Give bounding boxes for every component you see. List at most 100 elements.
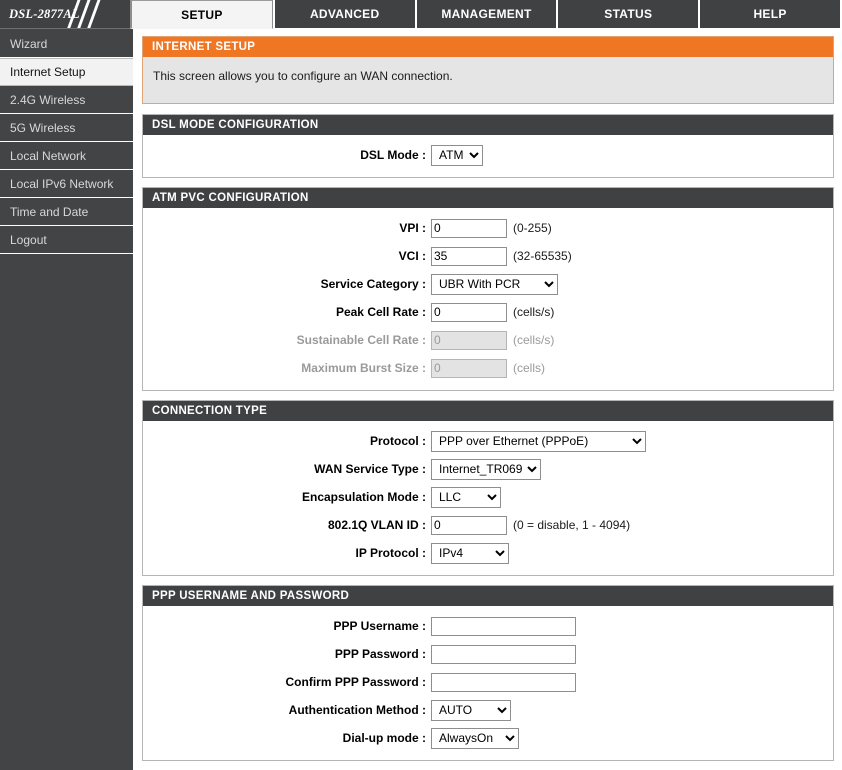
- sidebar-item-5g-wireless[interactable]: 5G Wireless: [0, 114, 133, 142]
- peak-cell-rate-input[interactable]: [431, 302, 507, 322]
- dsl-mode-configuration-panel: DSL MODE CONFIGURATION DSL Mode : ATMPTM: [142, 114, 834, 178]
- peak-cell-rate-row: Peak Cell Rate : (cells/s): [143, 301, 833, 323]
- maximum-burst-size-label: Maximum Burst Size :: [301, 361, 426, 375]
- ip-protocol-field: IPv4IPv6IPv4/IPv6: [431, 542, 509, 564]
- vpi-field: (0-255): [431, 218, 552, 238]
- sustainable-cell-rate-field: (cells/s): [431, 330, 555, 350]
- vlan-id-field: (0 = disable, 1 - 4094): [431, 515, 631, 535]
- connection-type-section-title: CONNECTION TYPE: [143, 401, 833, 421]
- vpi-hint: (0-255): [513, 221, 552, 235]
- ppp-section-title: PPP USERNAME AND PASSWORD: [143, 586, 833, 606]
- dsl-mode-row: DSL Mode : ATMPTM: [143, 144, 833, 166]
- vlan-id-hint: (0 = disable, 1 - 4094): [513, 518, 631, 532]
- sidebar-navigation: Wizard Internet Setup 2.4G Wireless 5G W…: [0, 29, 134, 770]
- confirm-ppp-password-field: [431, 672, 576, 692]
- peak-cell-rate-field: (cells/s): [431, 302, 555, 322]
- authentication-method-row: Authentication Method : AUTOPAPCHAPMSCHA…: [143, 699, 833, 721]
- wan-service-type-label: WAN Service Type :: [314, 462, 426, 476]
- vlan-id-label: 802.1Q VLAN ID :: [327, 518, 426, 532]
- vlan-id-row: 802.1Q VLAN ID : (0 = disable, 1 - 4094): [143, 514, 833, 536]
- ppp-credentials-panel: PPP USERNAME AND PASSWORD PPP Username :…: [142, 585, 834, 761]
- maximum-burst-size-hint: (cells): [513, 361, 545, 375]
- sidebar-item-logout[interactable]: Logout: [0, 226, 133, 254]
- wan-service-type-row: WAN Service Type : Internet_TR069Interne…: [143, 458, 833, 480]
- ip-protocol-row: IP Protocol : IPv4IPv6IPv4/IPv6: [143, 542, 833, 564]
- protocol-field: PPP over Ethernet (PPPoE)PPP over ATM (P…: [431, 430, 646, 452]
- ppp-password-row: PPP Password :: [143, 643, 833, 665]
- vci-input[interactable]: [431, 246, 507, 266]
- maximum-burst-size-field: (cells): [431, 358, 545, 378]
- service-category-row: Service Category : UBR With PCRUBR Witho…: [143, 273, 833, 295]
- sustainable-cell-rate-label: Sustainable Cell Rate :: [296, 333, 426, 347]
- sidebar-item-internet-setup[interactable]: Internet Setup: [0, 58, 133, 86]
- protocol-row: Protocol : PPP over Ethernet (PPPoE)PPP …: [143, 430, 833, 452]
- ip-protocol-label: IP Protocol :: [355, 546, 426, 560]
- ppp-username-field: [431, 616, 576, 636]
- dialup-mode-field: AlwaysOnManualOnDemand: [431, 727, 519, 749]
- dialup-mode-label: Dial-up mode :: [342, 731, 426, 745]
- protocol-label: Protocol :: [370, 434, 426, 448]
- dsl-mode-section-body: DSL Mode : ATMPTM: [143, 135, 833, 177]
- sustainable-cell-rate-hint: (cells/s): [513, 333, 555, 347]
- wan-service-type-select[interactable]: Internet_TR069InternetTR069Other: [431, 458, 541, 480]
- atm-section-body: VPI : (0-255) VCI : (32-65535) Service C…: [143, 208, 833, 390]
- ppp-username-input[interactable]: [431, 616, 576, 636]
- sustainable-cell-rate-input: [431, 330, 507, 350]
- tab-status[interactable]: STATUS: [556, 0, 699, 29]
- top-navigation-bar: DSL-2877AL SETUP ADVANCED MANAGEMENT STA…: [0, 0, 842, 29]
- tab-setup[interactable]: SETUP: [130, 0, 273, 29]
- product-logo: DSL-2877AL: [0, 0, 130, 29]
- dialup-mode-row: Dial-up mode : AlwaysOnManualOnDemand: [143, 727, 833, 749]
- tab-help[interactable]: HELP: [698, 0, 842, 29]
- ppp-section-body: PPP Username : PPP Password : Confirm PP…: [143, 606, 833, 760]
- encapsulation-mode-label: Encapsulation Mode :: [301, 490, 426, 504]
- main-content: INTERNET SETUP This screen allows you to…: [134, 29, 842, 770]
- page-body: Wizard Internet Setup 2.4G Wireless 5G W…: [0, 29, 842, 770]
- sidebar-item-24g-wireless[interactable]: 2.4G Wireless: [0, 86, 133, 114]
- ip-protocol-select[interactable]: IPv4IPv6IPv4/IPv6: [431, 542, 509, 564]
- sidebar-item-local-ipv6-network[interactable]: Local IPv6 Network: [0, 170, 133, 198]
- main-tabs: SETUP ADVANCED MANAGEMENT STATUS HELP: [130, 0, 842, 29]
- ppp-username-label: PPP Username :: [333, 619, 427, 633]
- vlan-id-input[interactable]: [431, 515, 507, 535]
- encapsulation-mode-select[interactable]: LLCVC-Mux: [431, 486, 501, 508]
- confirm-ppp-password-input[interactable]: [431, 672, 576, 692]
- tab-advanced[interactable]: ADVANCED: [272, 0, 415, 29]
- ppp-password-field: [431, 644, 576, 664]
- dialup-mode-select[interactable]: AlwaysOnManualOnDemand: [431, 727, 519, 749]
- page-title: INTERNET SETUP: [143, 37, 833, 57]
- vci-label: VCI :: [398, 249, 426, 263]
- peak-cell-rate-hint: (cells/s): [513, 305, 555, 319]
- dsl-mode-section-title: DSL MODE CONFIGURATION: [143, 115, 833, 135]
- vpi-label: VPI :: [399, 221, 426, 235]
- authentication-method-select[interactable]: AUTOPAPCHAPMSCHAP: [431, 699, 511, 721]
- maximum-burst-size-row: Maximum Burst Size : (cells): [143, 357, 833, 379]
- ppp-password-label: PPP Password :: [334, 647, 426, 661]
- connection-type-panel: CONNECTION TYPE Protocol : PPP over Ethe…: [142, 400, 834, 576]
- sidebar-item-time-and-date[interactable]: Time and Date: [0, 198, 133, 226]
- dsl-mode-field: ATMPTM: [431, 144, 483, 166]
- vci-row: VCI : (32-65535): [143, 245, 833, 267]
- internet-setup-intro-panel: INTERNET SETUP This screen allows you to…: [142, 36, 834, 104]
- maximum-burst-size-input: [431, 358, 507, 378]
- dsl-mode-label: DSL Mode :: [360, 148, 426, 162]
- service-category-select[interactable]: UBR With PCRUBR Without PCRCBRNon Realti…: [431, 273, 558, 295]
- sidebar-item-wizard[interactable]: Wizard: [0, 30, 133, 58]
- service-category-label: Service Category :: [320, 277, 426, 291]
- sidebar-item-local-network[interactable]: Local Network: [0, 142, 133, 170]
- dsl-mode-select[interactable]: ATMPTM: [431, 144, 483, 166]
- vci-hint: (32-65535): [513, 249, 572, 263]
- tab-management[interactable]: MANAGEMENT: [414, 0, 557, 29]
- atm-pvc-configuration-panel: ATM PVC CONFIGURATION VPI : (0-255) VCI …: [142, 187, 834, 391]
- peak-cell-rate-label: Peak Cell Rate :: [335, 305, 426, 319]
- authentication-method-field: AUTOPAPCHAPMSCHAP: [431, 699, 511, 721]
- confirm-ppp-password-label: Confirm PPP Password :: [285, 675, 426, 689]
- vpi-row: VPI : (0-255): [143, 217, 833, 239]
- sustainable-cell-rate-row: Sustainable Cell Rate : (cells/s): [143, 329, 833, 351]
- protocol-select[interactable]: PPP over Ethernet (PPPoE)PPP over ATM (P…: [431, 430, 646, 452]
- vpi-input[interactable]: [431, 218, 507, 238]
- ppp-password-input[interactable]: [431, 644, 576, 664]
- vci-field: (32-65535): [431, 246, 572, 266]
- service-category-field: UBR With PCRUBR Without PCRCBRNon Realti…: [431, 273, 558, 295]
- encapsulation-mode-row: Encapsulation Mode : LLCVC-Mux: [143, 486, 833, 508]
